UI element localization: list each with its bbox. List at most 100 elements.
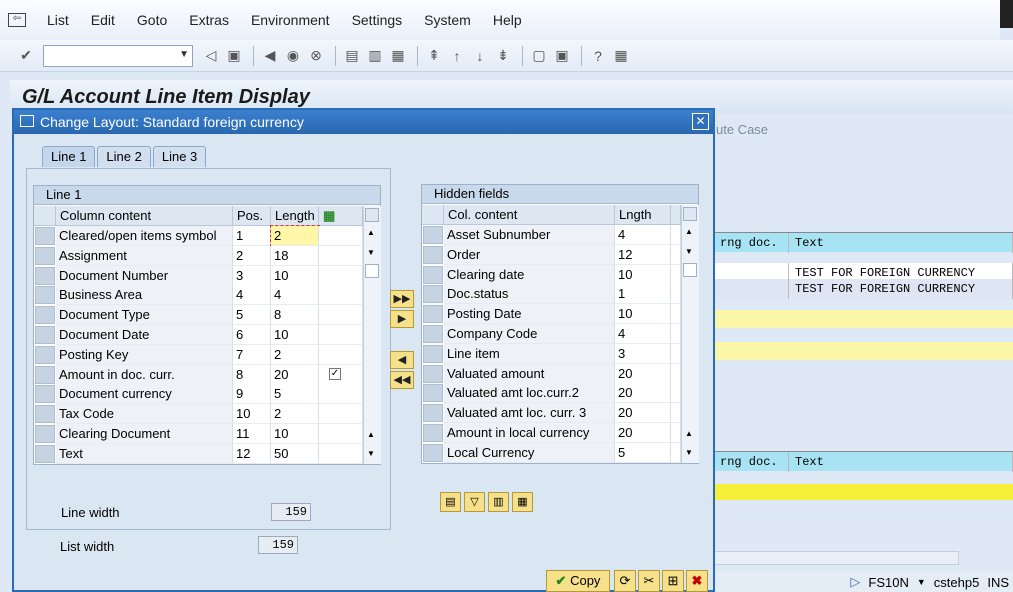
layout-menu-icon[interactable]: ▦ xyxy=(611,46,631,66)
hidden-field-name-cell[interactable]: Doc.status xyxy=(444,284,615,305)
hidden-field-name-cell[interactable]: Amount in local currency xyxy=(444,423,615,443)
column-header-content[interactable]: Col. content xyxy=(444,205,615,225)
row-selector[interactable] xyxy=(35,405,55,424)
back-icon[interactable]: ◀ xyxy=(260,46,280,66)
row-selector[interactable] xyxy=(35,266,55,285)
position-cell[interactable]: 1 xyxy=(233,226,271,246)
column-header-pos[interactable]: Pos. xyxy=(233,206,271,226)
row-selector[interactable] xyxy=(423,443,443,462)
hidden-field-name-cell[interactable]: Clearing date xyxy=(444,264,615,285)
hidden-field-name-cell[interactable]: Local Currency xyxy=(444,442,615,463)
print-icon[interactable]: ▤ xyxy=(440,492,461,512)
hidden-field-length-cell[interactable]: 20 xyxy=(615,423,671,443)
hidden-field-name-cell[interactable]: Posting Date xyxy=(444,304,615,325)
scroll-up-icon[interactable]: ▲ xyxy=(367,430,375,439)
checkbox[interactable] xyxy=(329,447,341,459)
hidden-field-name-cell[interactable]: Order xyxy=(444,244,615,265)
length-cell[interactable]: 10 xyxy=(271,265,319,286)
menu-help[interactable]: Help xyxy=(493,12,522,28)
scroll-thumb[interactable] xyxy=(365,208,379,222)
hidden-field-spacer-cell[interactable] xyxy=(671,383,681,404)
hidden-field-spacer-cell[interactable] xyxy=(671,284,681,305)
hidden-field-length-cell[interactable]: 20 xyxy=(615,363,671,384)
hidden-field-name-cell[interactable]: Asset Subnumber xyxy=(444,225,615,245)
length-cell[interactable]: 18 xyxy=(271,245,319,266)
scroll-down-icon[interactable]: ▼ xyxy=(367,248,375,257)
row-selector[interactable] xyxy=(35,345,55,364)
menu-system[interactable]: System xyxy=(424,12,471,28)
checkbox[interactable] xyxy=(329,308,341,320)
hidden-field-length-cell[interactable]: 20 xyxy=(615,403,671,424)
horizontal-scrollbar[interactable] xyxy=(714,551,959,565)
hidden-field-spacer-cell[interactable] xyxy=(671,264,681,285)
row-selector[interactable] xyxy=(35,365,55,384)
tab-line-1[interactable]: Line 1 xyxy=(42,146,96,167)
hidden-field-spacer-cell[interactable] xyxy=(671,442,681,463)
length-cell[interactable]: 20 xyxy=(271,364,319,385)
menu-list[interactable]: List xyxy=(47,12,69,28)
display-checkbox-cell[interactable] xyxy=(319,285,363,306)
hidden-field-length-cell[interactable]: 3 xyxy=(615,343,671,364)
menu-extras[interactable]: Extras xyxy=(189,12,229,28)
scroll-down-icon[interactable]: ▼ xyxy=(685,448,693,457)
display-checkbox-cell[interactable] xyxy=(319,424,363,444)
column-header-content[interactable]: Column content xyxy=(56,206,233,226)
scroll-down-icon[interactable]: ▼ xyxy=(685,247,693,256)
hide-all-button[interactable]: ▶▶ xyxy=(390,290,414,308)
checkbox[interactable] xyxy=(329,229,341,241)
scroll-down-icon[interactable]: ▼ xyxy=(367,449,375,458)
menu-environment[interactable]: Environment xyxy=(251,12,330,28)
row-selector[interactable] xyxy=(423,344,443,363)
length-cell[interactable]: 2 xyxy=(270,225,320,247)
checkbox[interactable] xyxy=(329,288,341,300)
row-selector[interactable] xyxy=(423,285,443,304)
row-selector[interactable] xyxy=(35,326,55,344)
system-menu-icon[interactable]: ⇦ xyxy=(8,13,26,27)
position-cell[interactable]: 7 xyxy=(233,344,271,365)
print-icon[interactable]: ▤ xyxy=(342,46,362,66)
close-icon[interactable]: ✕ xyxy=(692,113,709,130)
hidden-field-name-cell[interactable]: Valuated amt loc. curr. 3 xyxy=(444,403,615,424)
select-all-header[interactable] xyxy=(422,205,444,225)
tab-line-2[interactable]: Line 2 xyxy=(97,146,151,167)
row-selector[interactable] xyxy=(35,385,55,404)
column-content-cell[interactable]: Document currency xyxy=(56,384,233,405)
hidden-field-name-cell[interactable]: Valuated amount xyxy=(444,363,615,384)
checkbox[interactable] xyxy=(329,269,341,281)
help-icon[interactable]: ? xyxy=(588,46,608,66)
position-cell[interactable]: 4 xyxy=(233,285,271,306)
scroll-position-box[interactable] xyxy=(683,263,697,277)
hidden-field-spacer-cell[interactable] xyxy=(671,363,681,384)
hidden-field-length-cell[interactable]: 4 xyxy=(615,225,671,245)
shortcut-icon[interactable]: ▣ xyxy=(552,46,572,66)
row-selector[interactable] xyxy=(423,424,443,442)
position-cell[interactable]: 3 xyxy=(233,265,271,286)
scroll-thumb[interactable] xyxy=(683,207,697,221)
command-field[interactable]: ▼ xyxy=(43,44,193,67)
scroll-up-icon[interactable]: ▲ xyxy=(685,429,693,438)
first-page-icon[interactable]: ⇞ xyxy=(424,46,444,66)
length-cell[interactable]: 10 xyxy=(271,424,319,444)
copy-button[interactable]: ✔ Copy xyxy=(546,570,610,592)
hidden-field-spacer-cell[interactable] xyxy=(671,403,681,424)
display-checkbox-cell[interactable]: ✓ xyxy=(319,364,363,385)
position-cell[interactable]: 12 xyxy=(233,443,271,464)
row-selector[interactable] xyxy=(423,384,443,403)
hidden-field-length-cell[interactable]: 20 xyxy=(615,383,671,404)
hidden-field-length-cell[interactable]: 5 xyxy=(615,442,671,463)
menu-edit[interactable]: Edit xyxy=(91,12,115,28)
find-next-icon[interactable]: ▦ xyxy=(388,46,408,66)
enter-icon[interactable]: ✔ xyxy=(16,46,36,66)
previous-page-icon[interactable]: ↑ xyxy=(447,46,467,66)
length-cell[interactable]: 5 xyxy=(271,384,319,405)
row-selector[interactable] xyxy=(35,306,55,325)
hidden-field-length-cell[interactable]: 1 xyxy=(615,284,671,305)
refresh-icon[interactable]: ⟳ xyxy=(614,570,636,592)
column-content-cell[interactable]: Cleared/open items symbol xyxy=(56,226,233,246)
column-content-cell[interactable]: Assignment xyxy=(56,245,233,266)
configure-columns-icon[interactable]: ▦ xyxy=(319,206,363,226)
hidden-field-length-cell[interactable]: 12 xyxy=(615,244,671,265)
filter-icon[interactable]: ▽ xyxy=(464,492,485,512)
show-selected-button[interactable]: ◀ xyxy=(390,351,414,369)
row-selector[interactable] xyxy=(423,245,443,264)
